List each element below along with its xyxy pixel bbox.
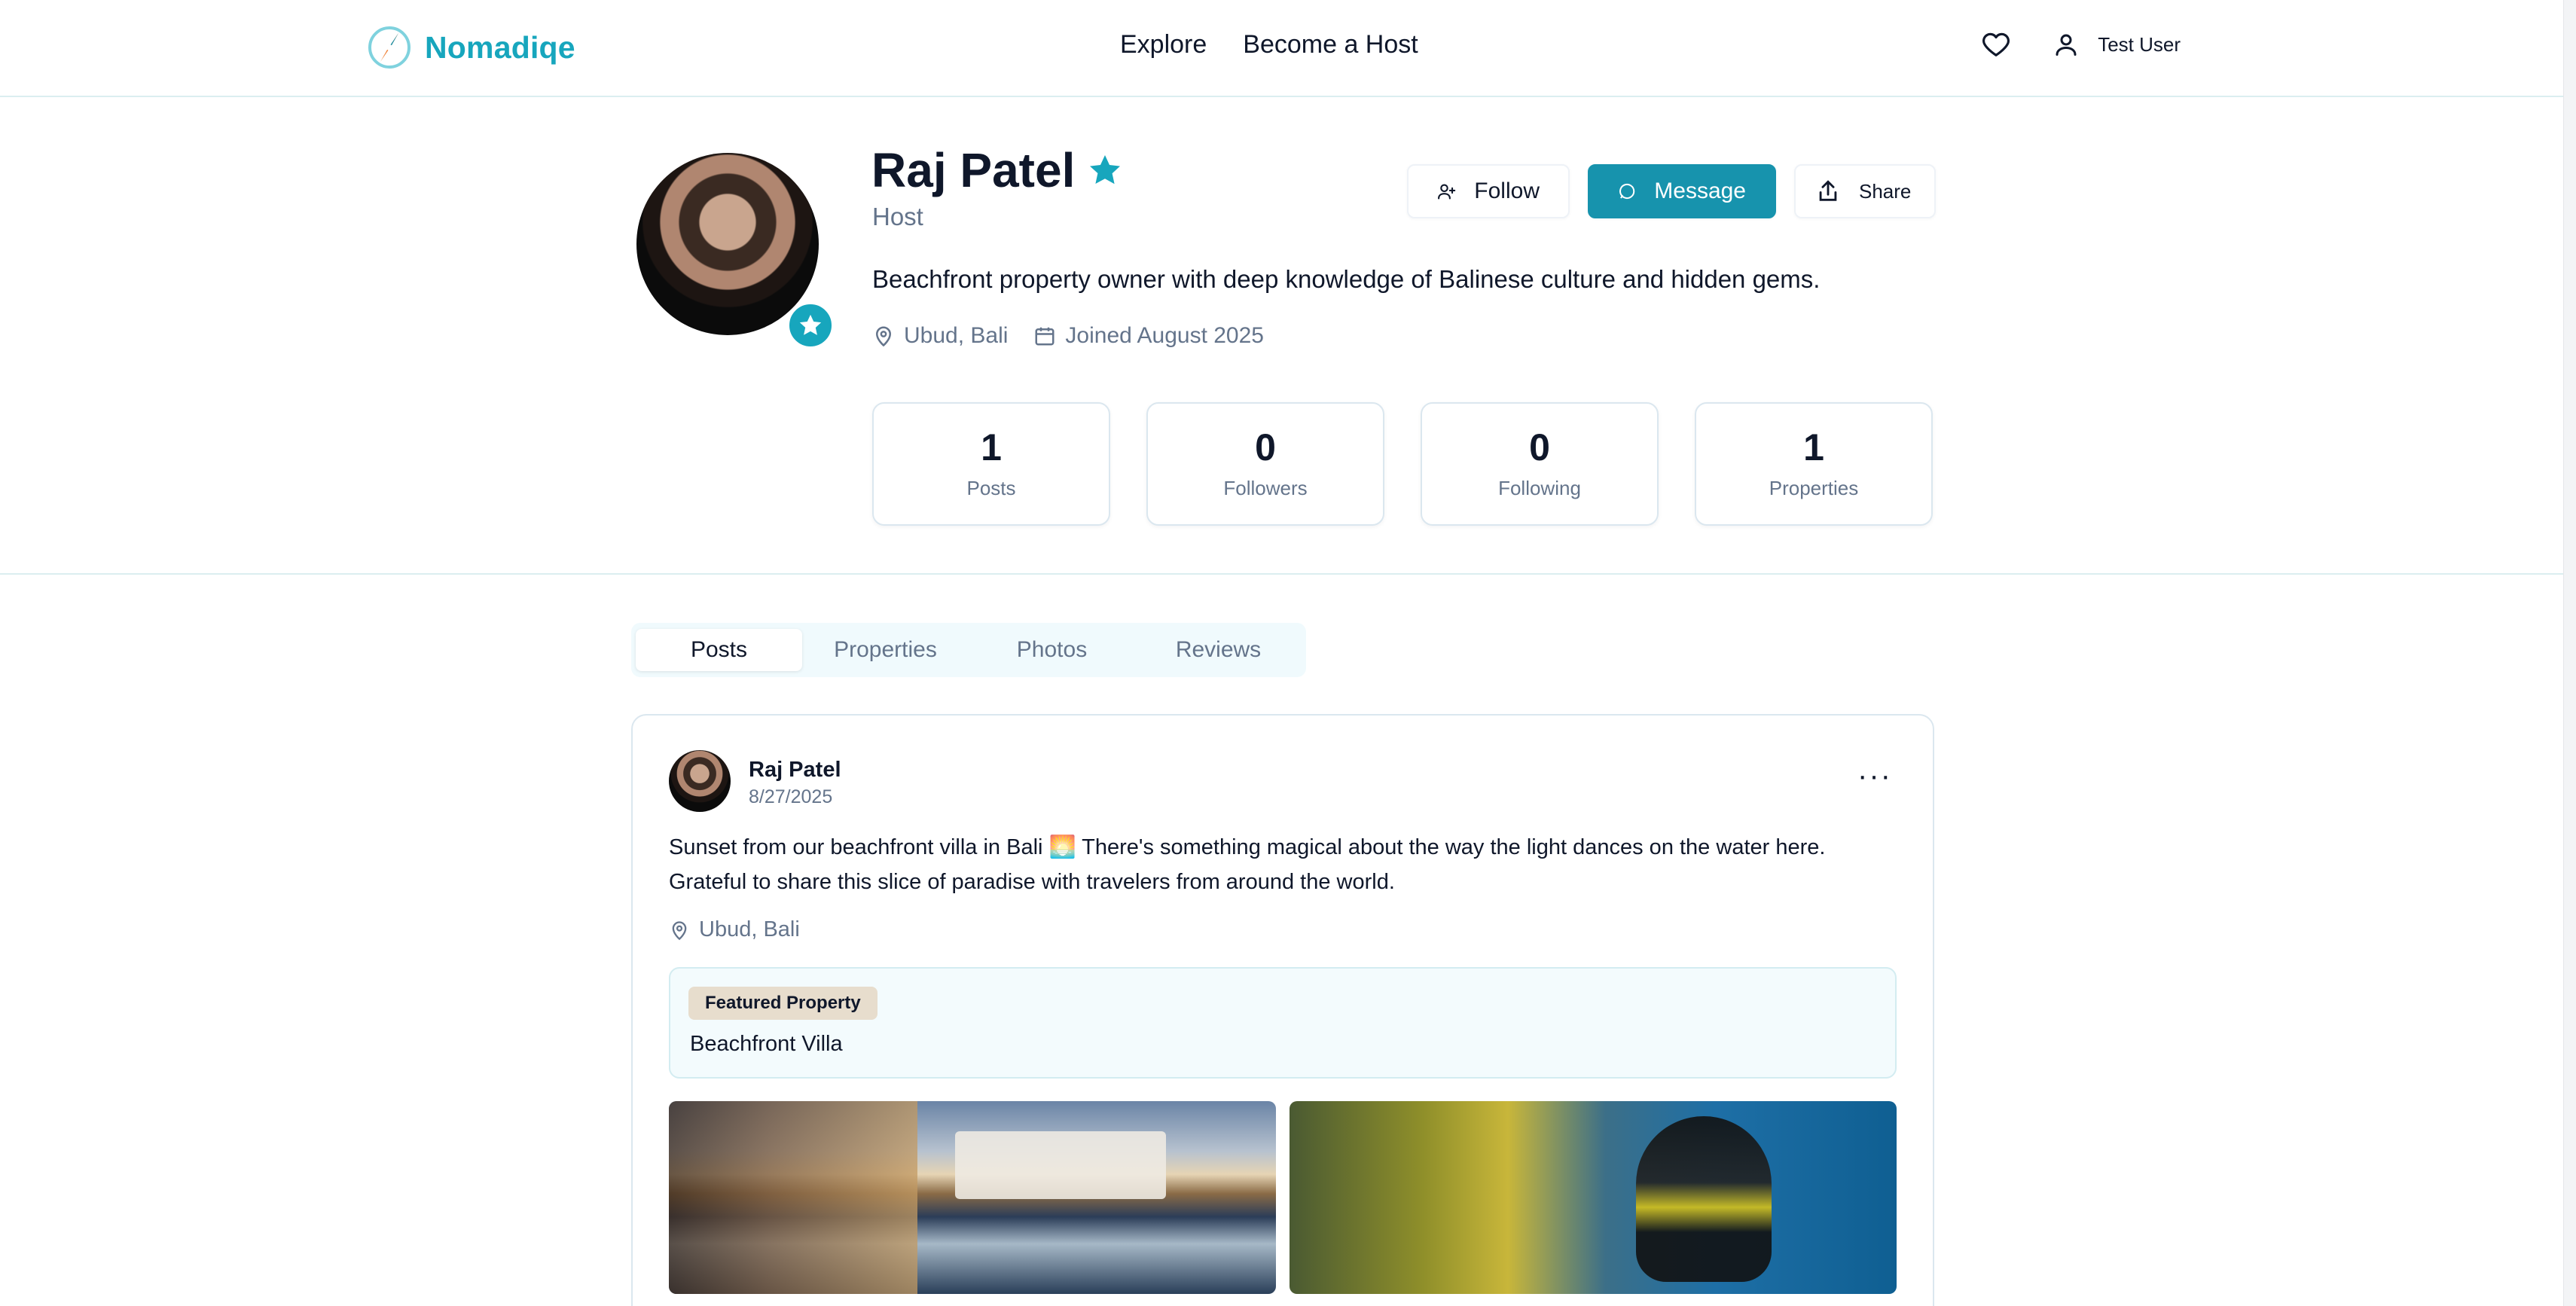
profile-bio: Beachfront property owner with deep know… bbox=[872, 265, 1821, 293]
follow-button[interactable]: Follow bbox=[1407, 164, 1570, 218]
verified-host-badge bbox=[786, 301, 835, 350]
profile-meta: Ubud, Bali Joined August 2025 bbox=[872, 323, 1264, 349]
profile-joined: Joined August 2025 bbox=[1033, 323, 1264, 349]
nav-become-host-link[interactable]: Become a Host bbox=[1243, 30, 1418, 60]
message-circle-icon bbox=[1619, 183, 1635, 200]
featured-property-card[interactable]: Featured Property Beachfront Villa bbox=[669, 967, 1897, 1079]
nav-explore-link[interactable]: Explore bbox=[1120, 30, 1207, 60]
post-image-diver-fish[interactable] bbox=[1290, 1101, 1897, 1294]
stat-value: 0 bbox=[1529, 426, 1550, 468]
user-plus-icon bbox=[1438, 184, 1456, 200]
post-location-text: Ubud, Bali bbox=[699, 917, 800, 941]
stat-value: 0 bbox=[1255, 426, 1276, 468]
share-icon bbox=[1819, 180, 1837, 201]
post-author[interactable]: Raj Patel bbox=[749, 758, 841, 783]
tab-posts[interactable]: Posts bbox=[636, 629, 802, 671]
stat-value: 1 bbox=[1803, 426, 1824, 468]
tab-properties[interactable]: Properties bbox=[802, 629, 969, 671]
profile-joined-text: Joined August 2025 bbox=[1065, 323, 1264, 348]
tab-photos[interactable]: Photos bbox=[969, 629, 1135, 671]
stat-label: Posts bbox=[966, 476, 1016, 499]
compass-logo-icon bbox=[368, 26, 411, 69]
stat-following[interactable]: 0 Following bbox=[1421, 402, 1659, 526]
stat-label: Following bbox=[1498, 476, 1581, 499]
calendar-icon bbox=[1035, 327, 1055, 346]
profile-location: Ubud, Bali bbox=[872, 323, 1008, 349]
stat-posts[interactable]: 1 Posts bbox=[872, 402, 1110, 526]
featured-badge: Featured Property bbox=[688, 987, 877, 1020]
page-scrollbar[interactable] bbox=[2563, 0, 2576, 1306]
message-button[interactable]: Message bbox=[1588, 164, 1776, 218]
user-icon bbox=[2056, 34, 2077, 56]
nav-actions: Test User bbox=[1982, 30, 2181, 59]
post-text: Sunset from our beachfront villa in Bali… bbox=[669, 835, 1826, 894]
post-card: Raj Patel 8/27/2025 ··· Sunset from our … bbox=[631, 714, 1934, 1306]
map-pin-icon bbox=[672, 920, 687, 940]
post-image-villa-pool[interactable] bbox=[669, 1101, 1276, 1294]
top-navbar: Nomadiqe Explore Become a Host Test User bbox=[0, 0, 2563, 97]
profile-actions: Follow Message Share bbox=[1407, 164, 1936, 218]
brand-logo[interactable]: Nomadiqe bbox=[365, 23, 575, 72]
post-location: Ubud, Bali bbox=[669, 917, 800, 942]
heart-icon[interactable] bbox=[1982, 30, 2010, 59]
profile-name-row: Raj Patel bbox=[871, 142, 1123, 198]
message-button-label: Message bbox=[1654, 179, 1746, 203]
share-button[interactable]: Share bbox=[1794, 164, 1936, 218]
tab-reviews[interactable]: Reviews bbox=[1135, 629, 1302, 671]
user-menu[interactable]: Test User bbox=[2053, 31, 2181, 58]
profile-header: Raj Patel Host Beachfront property owner… bbox=[0, 99, 2563, 575]
stat-properties[interactable]: 1 Properties bbox=[1695, 402, 1933, 526]
profile-role: Host bbox=[872, 203, 923, 230]
profile-location-text: Ubud, Bali bbox=[904, 323, 1009, 348]
profile-avatar-wrap bbox=[636, 153, 835, 350]
star-icon bbox=[799, 314, 822, 335]
avatar[interactable] bbox=[669, 750, 731, 812]
share-button-label: Share bbox=[1859, 179, 1912, 203]
stat-label: Properties bbox=[1769, 476, 1859, 499]
featured-property-name: Beachfront Villa bbox=[690, 1032, 843, 1056]
follow-button-label: Follow bbox=[1474, 179, 1540, 203]
map-pin-icon bbox=[875, 326, 892, 347]
stat-value: 1 bbox=[981, 426, 1002, 468]
profile-tabs: Posts Properties Photos Reviews bbox=[631, 623, 1306, 677]
profile-stats: 1 Posts 0 Followers 0 Following 1 Proper… bbox=[872, 402, 1933, 526]
more-options-icon[interactable]: ··· bbox=[1857, 761, 1892, 791]
stat-label: Followers bbox=[1223, 476, 1308, 499]
post-date: 8/27/2025 bbox=[749, 786, 833, 807]
brand-name: Nomadiqe bbox=[425, 29, 575, 65]
stat-followers[interactable]: 0 Followers bbox=[1146, 402, 1384, 526]
profile-name: Raj Patel bbox=[871, 143, 1076, 197]
star-icon bbox=[1090, 155, 1121, 185]
user-name: Test User bbox=[2098, 32, 2181, 56]
main-nav: Explore Become a Host bbox=[1120, 30, 1418, 60]
